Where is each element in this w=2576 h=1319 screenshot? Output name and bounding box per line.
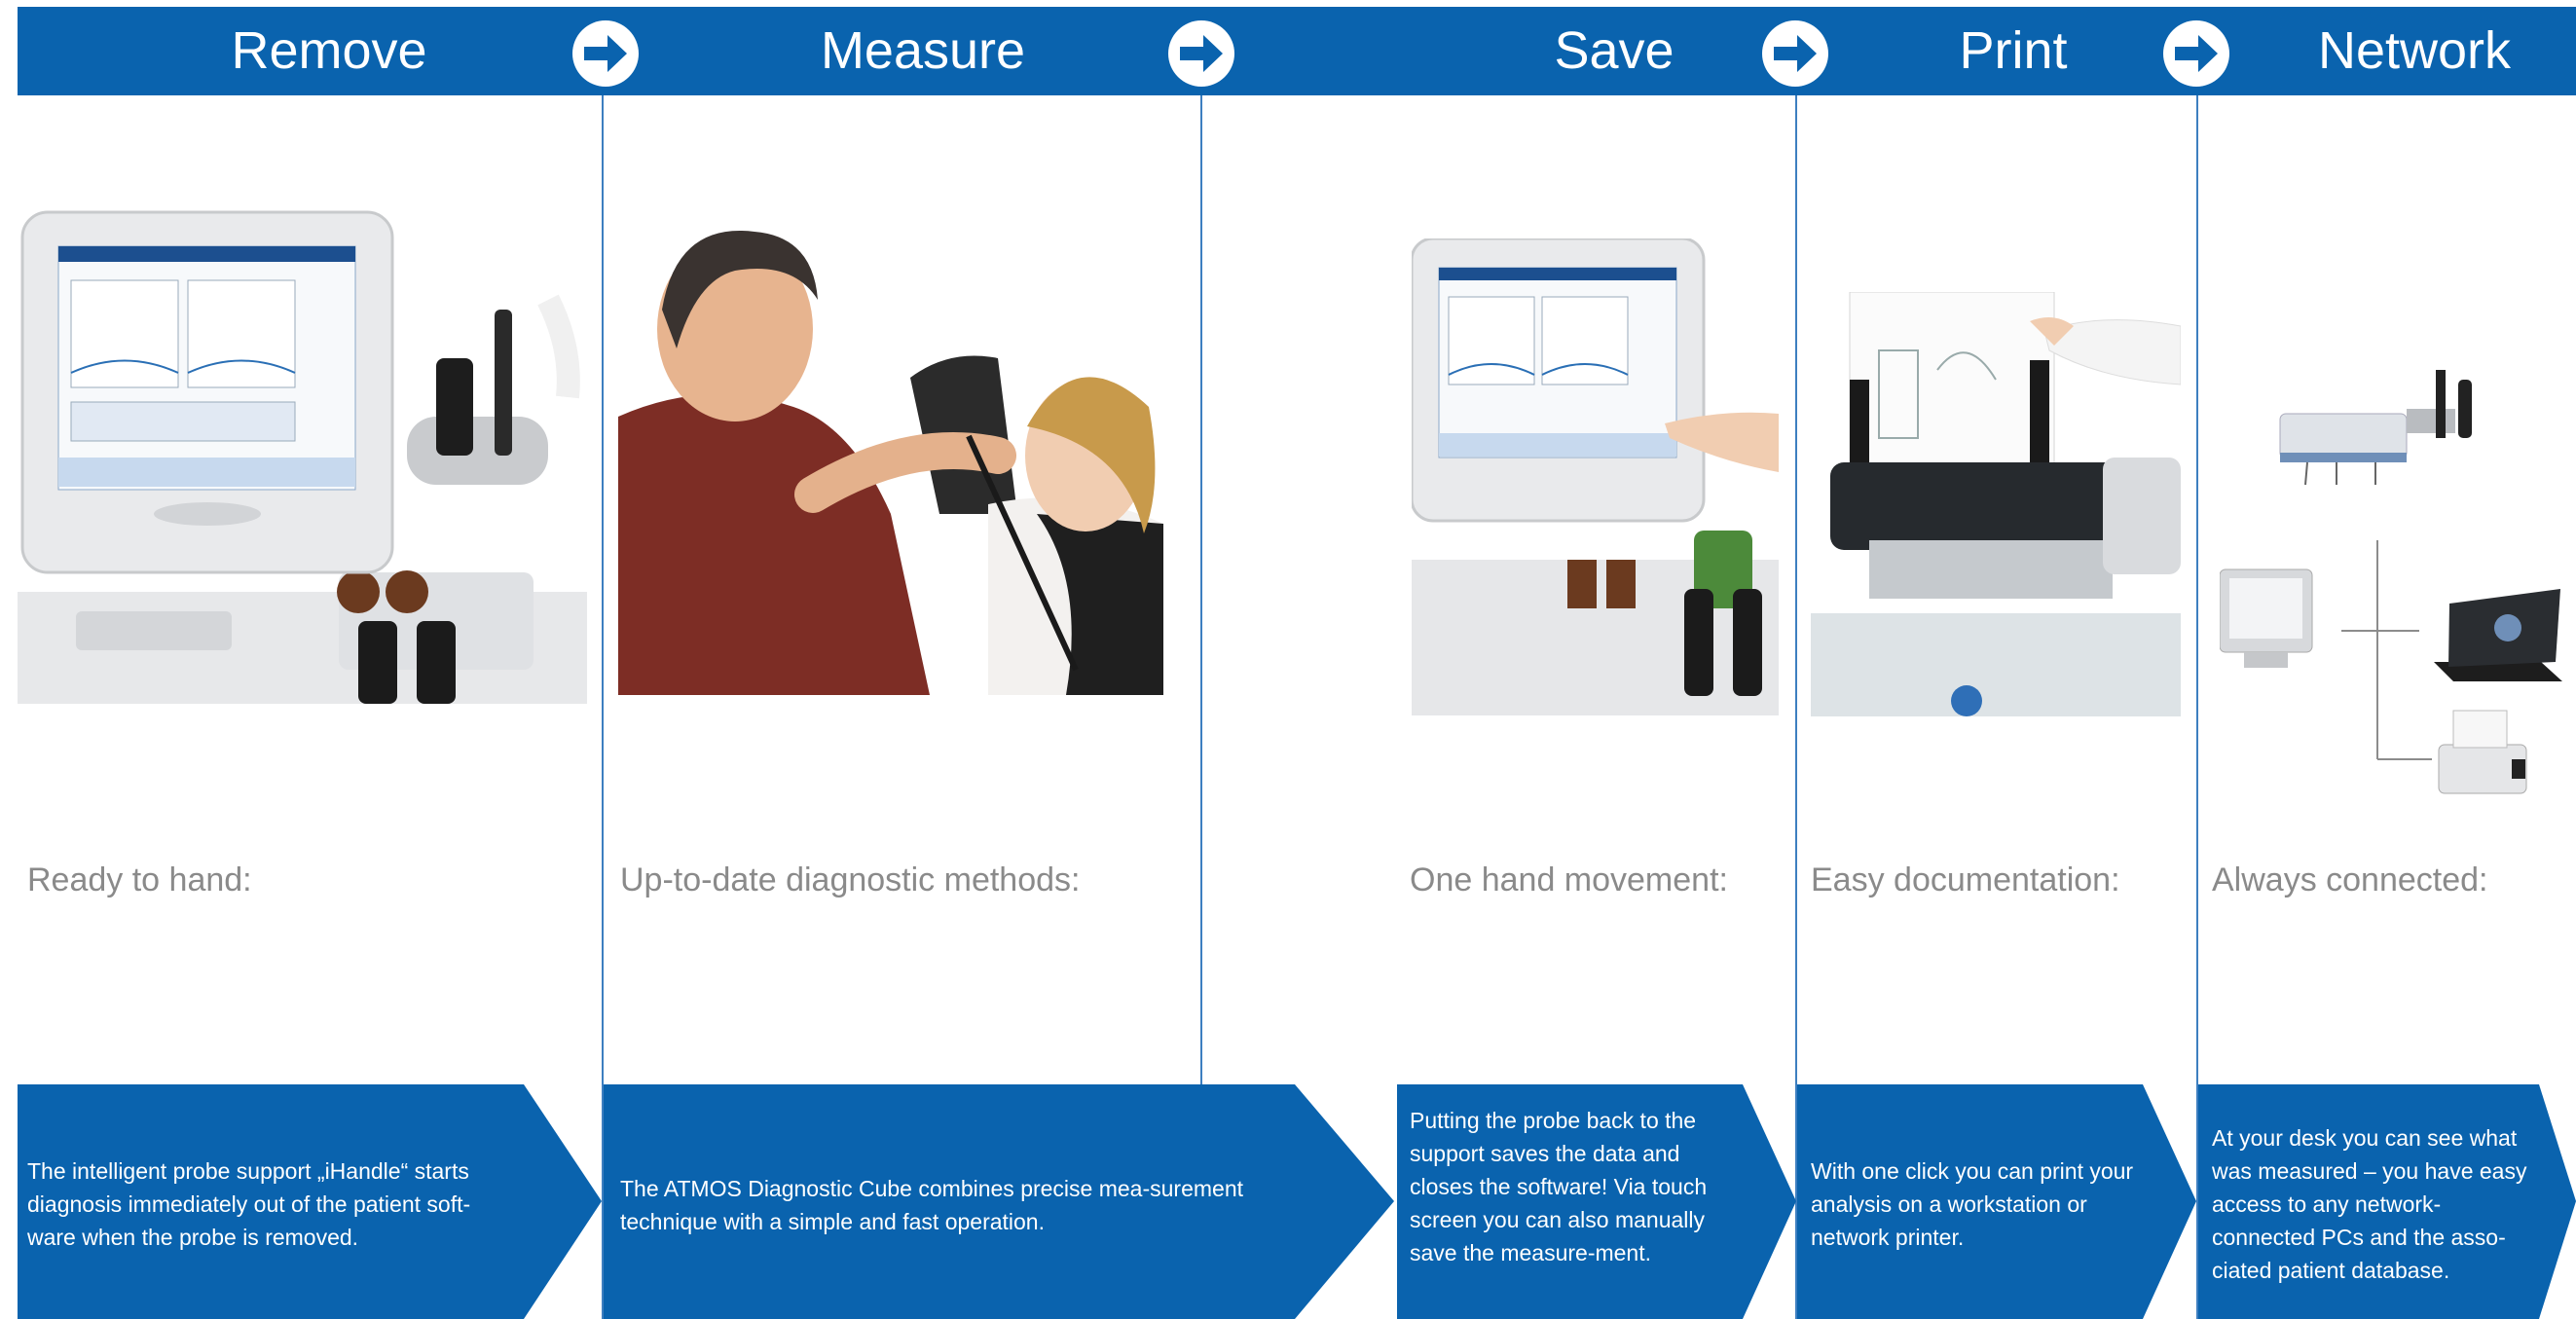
description-panel-measure: The ATMOS Diagnostic Cube combines preci… [604, 1084, 1394, 1319]
touchscreen-device-photo [18, 202, 587, 704]
step-title-network: Network [2317, 21, 2512, 80]
lead-caption-network: Always connected: [2212, 861, 2488, 898]
description-panel-remove: The intelligent probe support „iHandle“ … [18, 1084, 602, 1319]
step-title-save: Save [1554, 21, 1674, 80]
arrow-right-circle-icon [1762, 20, 1828, 87]
step-title-measure: Measure [820, 21, 1026, 80]
column-divider [1200, 95, 1202, 1084]
lead-caption-measure: Up-to-date diagnostic methods: [620, 861, 1081, 898]
description-text-remove: The intelligent probe support „iHandle“ … [27, 1158, 471, 1250]
lead-caption-print: Easy documentation: [1811, 861, 2120, 898]
network-diagram [2220, 370, 2562, 818]
step-title-remove: Remove [231, 21, 427, 80]
measurement-photo [618, 193, 1190, 695]
lead-caption-save: One hand movement: [1410, 861, 1728, 898]
touchscreen-save-photo [1412, 238, 1779, 715]
printer-photo [1811, 292, 2181, 716]
description-text-measure: The ATMOS Diagnostic Cube combines preci… [620, 1176, 1244, 1234]
description-panel-network: At your desk you can see what was measur… [2198, 1084, 2576, 1319]
lead-caption-remove: Ready to hand: [27, 861, 252, 898]
description-text-network: At your desk you can see what was measur… [2212, 1125, 2527, 1283]
arrow-right-circle-icon [1168, 20, 1234, 87]
description-text-save: Putting the probe back to the support sa… [1410, 1108, 1708, 1265]
arrow-right-circle-icon [2163, 20, 2229, 87]
arrow-right-circle-icon [572, 20, 639, 87]
description-panel-print: With one click you can print your analys… [1797, 1084, 2196, 1319]
step-title-print: Print [1959, 21, 2068, 80]
description-panel-save: Putting the probe back to the support sa… [1397, 1084, 1796, 1319]
description-text-print: With one click you can print your analys… [1811, 1158, 2134, 1250]
process-header: Remove Measure Save Print Network [18, 7, 2576, 95]
